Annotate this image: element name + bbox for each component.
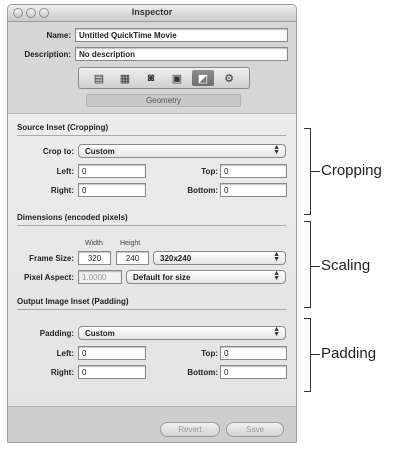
frame-height-field[interactable]: 240 [116,251,149,265]
popup-arrows-icon: ▲ ▼ [273,251,280,263]
padding-left-label: Left: [56,349,74,358]
cropping-callout: Cropping [321,162,382,179]
pixel-aspect-label: Pixel Aspect: [24,273,74,282]
crop-top-field[interactable]: 0 [220,164,287,178]
padding-top-label: Top: [201,349,218,358]
crop-top-label: Top: [201,167,218,176]
crop-right-label: Right: [50,186,74,195]
pixel-aspect-popup[interactable]: Default for size ▲ ▼ [126,270,286,284]
crop-bottom-field[interactable]: 0 [220,183,287,197]
width-column-header: Width [85,240,103,247]
revert-button[interactable]: Revert [160,422,220,437]
padding-popup[interactable]: Custom ▲ ▼ [78,326,286,340]
crop-left-field[interactable]: 0 [78,164,146,178]
summary-tab-icon[interactable]: ▤ [88,70,110,86]
title-bar[interactable]: Inspector [8,5,296,22]
crop-to-popup[interactable]: Custom ▲ ▼ [78,144,286,158]
inspector-window: Inspector Name: Untitled QuickTime Movie… [7,4,297,443]
padding-right-label: Right: [50,368,74,377]
section-divider [17,225,286,226]
frame-width-field[interactable]: 320 [78,251,111,265]
crop-left-label: Left: [56,167,74,176]
crop-right-field[interactable]: 0 [78,183,146,197]
pixel-aspect-field[interactable]: 1.0000 [78,270,122,284]
cropping-bracket [304,128,311,215]
padding-top-field[interactable]: 0 [220,346,287,360]
section-divider [17,309,286,310]
scaling-callout: Scaling [321,257,371,274]
audio-tab-icon[interactable]: ◙ [140,70,162,86]
geometry-tab-label: Geometry [86,94,241,107]
frame-size-label: Frame Size: [29,254,74,263]
source-inset-heading: Source Inset (Cropping) [17,123,109,132]
actions-tab-icon[interactable]: ⚙ [218,70,240,86]
video-tab-icon[interactable]: ▦ [114,70,136,86]
popup-arrows-icon: ▲ ▼ [273,270,280,282]
padding-bottom-label: Bottom: [187,368,218,377]
cropping-bracket-tick [311,171,320,172]
section-divider [17,135,286,136]
padding-bracket-tick [311,354,320,355]
padding-value: Custom [85,329,115,338]
name-label: Name: [46,31,71,40]
inspector-toolbar: ▤ ▦ ◙ ▣ ◩ ⚙ [78,67,250,89]
crop-bottom-label: Bottom: [187,186,218,195]
description-label: Description: [24,50,71,59]
geometry-tab-icon[interactable]: ◩ [192,70,214,86]
padding-right-field[interactable]: 0 [78,365,146,379]
frame-size-preset: 320x240 [160,254,192,263]
height-column-header: Height [120,240,141,247]
crop-to-value: Custom [85,147,115,156]
stream-tab-icon[interactable]: ▣ [166,70,188,86]
save-button[interactable]: Save [226,422,284,437]
scaling-bracket [304,221,311,308]
scaling-bracket-tick [311,266,320,267]
description-field[interactable]: No description [75,47,288,61]
padding-bottom-field[interactable]: 0 [220,365,287,379]
frame-size-popup[interactable]: 320x240 ▲ ▼ [153,251,286,265]
padding-left-field[interactable]: 0 [78,346,146,360]
crop-to-label: Crop to: [42,147,74,156]
name-field[interactable]: Untitled QuickTime Movie [75,28,288,42]
popup-arrows-icon: ▲ ▼ [273,144,280,156]
pixel-aspect-preset: Default for size [133,273,191,282]
padding-label: Padding: [39,329,74,338]
geometry-pane: Source Inset (Cropping) Crop to: Custom … [8,113,296,442]
dimensions-heading: Dimensions (encoded pixels) [17,213,128,222]
padding-bracket [304,318,311,392]
output-inset-heading: Output Image Inset (Padding) [17,297,129,306]
window-title: Inspector [131,7,173,17]
inspector-footer: Revert Save [8,406,296,442]
popup-arrows-icon: ▲ ▼ [273,326,280,338]
padding-callout: Padding [321,345,377,362]
